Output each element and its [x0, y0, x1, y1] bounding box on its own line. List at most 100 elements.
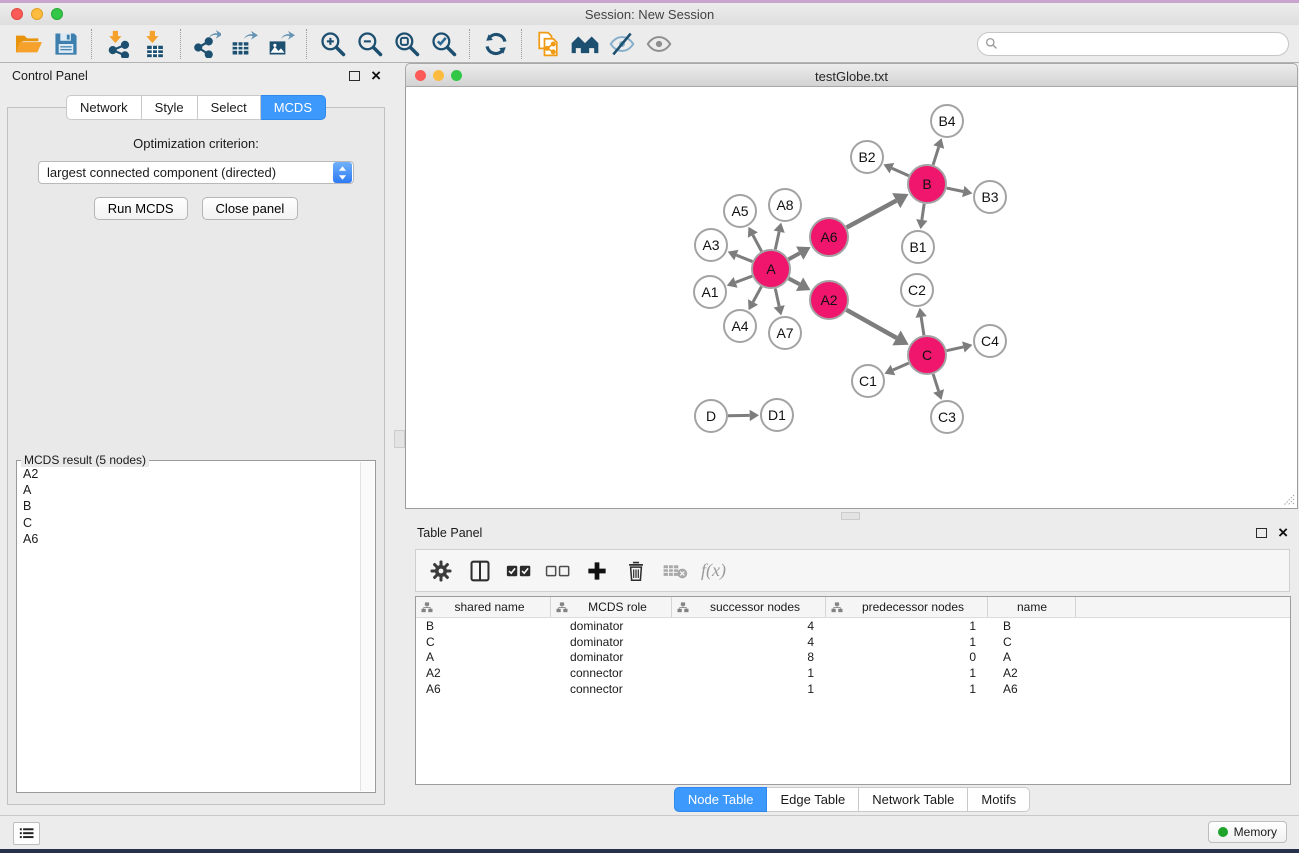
- table-cell: A2: [416, 666, 551, 680]
- task-history-button[interactable]: [13, 822, 40, 845]
- refresh-icon: [483, 31, 509, 57]
- table-row[interactable]: Bdominator41B: [416, 618, 1290, 634]
- result-scrollbar[interactable]: [360, 462, 374, 791]
- export-table-button[interactable]: [225, 28, 262, 60]
- table-row[interactable]: A2connector11A2: [416, 665, 1290, 681]
- select-all-button[interactable]: [499, 553, 538, 589]
- table-cell: A6: [988, 682, 1076, 696]
- float-panel-icon[interactable]: [349, 71, 360, 81]
- shared-column-icon: [421, 602, 433, 613]
- save-session-button[interactable]: [47, 28, 84, 60]
- zoom-in-button[interactable]: [314, 28, 351, 60]
- float-table-panel-icon[interactable]: [1256, 528, 1267, 538]
- graph-edge-C-C4[interactable]: [947, 347, 964, 351]
- graph-edge-A-A6[interactable]: [789, 253, 800, 259]
- column-header-name[interactable]: name: [988, 597, 1076, 617]
- mcds-result-item[interactable]: A6: [23, 531, 375, 547]
- table-row[interactable]: A6connector11A6: [416, 681, 1290, 697]
- search-input[interactable]: [1003, 35, 1281, 52]
- export-network-icon: [193, 30, 221, 58]
- import-table-button[interactable]: [136, 28, 173, 60]
- graph-edge-A-A2[interactable]: [789, 278, 800, 284]
- search-field[interactable]: [977, 32, 1289, 56]
- delete-table-button[interactable]: [655, 553, 694, 589]
- graph-edge-B-B4[interactable]: [933, 147, 939, 165]
- run-mcds-button[interactable]: Run MCDS: [94, 197, 188, 220]
- horizontal-splitter-handle[interactable]: [841, 512, 860, 520]
- graph-edge-A2-C[interactable]: [846, 310, 896, 338]
- mcds-result-list[interactable]: A2ABCA6: [17, 461, 375, 547]
- graph-edge-C-C1[interactable]: [893, 363, 909, 370]
- table-row[interactable]: Cdominator41C: [416, 634, 1290, 650]
- table-cell: dominator: [551, 635, 672, 649]
- zoom-selected-button[interactable]: [425, 28, 462, 60]
- graph-edge-A6-B[interactable]: [847, 201, 897, 228]
- column-header-successor-nodes[interactable]: successor nodes: [672, 597, 826, 617]
- close-panel-icon[interactable]: ×: [371, 70, 381, 81]
- tab-edge-table[interactable]: Edge Table: [767, 787, 859, 812]
- tab-mcds[interactable]: MCDS: [261, 95, 326, 120]
- import-network-button[interactable]: [99, 28, 136, 60]
- tab-network-table[interactable]: Network Table: [859, 787, 968, 812]
- tab-node-table[interactable]: Node Table: [674, 787, 768, 812]
- show-all-networks-button[interactable]: [566, 28, 603, 60]
- tab-select[interactable]: Select: [198, 95, 261, 120]
- zoom-fit-button[interactable]: [388, 28, 425, 60]
- zoom-out-button[interactable]: [351, 28, 388, 60]
- refresh-layout-button[interactable]: [477, 28, 514, 60]
- export-network-button[interactable]: [188, 28, 225, 60]
- graph-edge-A-A5[interactable]: [753, 235, 762, 251]
- graph-edge-A-A8[interactable]: [775, 232, 779, 250]
- open-file-button[interactable]: [10, 28, 47, 60]
- graph-node-label: B1: [909, 239, 926, 255]
- tab-motifs[interactable]: Motifs: [968, 787, 1030, 812]
- close-table-panel-icon[interactable]: ×: [1278, 527, 1288, 538]
- graph-edge-A-A3[interactable]: [736, 255, 752, 261]
- table-cell: C: [988, 635, 1076, 649]
- criterion-dropdown[interactable]: largest connected component (directed): [38, 161, 354, 184]
- add-column-button[interactable]: [577, 553, 616, 589]
- graph-edge-B-B1[interactable]: [922, 204, 924, 220]
- column-header-mcds-role[interactable]: MCDS role: [551, 597, 672, 617]
- graph-edge-B-B2[interactable]: [892, 168, 909, 176]
- network-canvas[interactable]: AA1A2A3A4A5A6A7A8BB1B2B3B4CC1C2C3C4DD1: [405, 87, 1298, 509]
- save-floppy-icon: [53, 31, 79, 57]
- resize-grip-icon[interactable]: [1281, 492, 1295, 506]
- graph-edge-B-B3[interactable]: [947, 188, 964, 191]
- graph-edge-A-A1[interactable]: [736, 276, 753, 282]
- delete-column-button[interactable]: [616, 553, 655, 589]
- mcds-result-item[interactable]: B: [23, 498, 375, 514]
- network-graph[interactable]: AA1A2A3A4A5A6A7A8BB1B2B3B4CC1C2C3C4DD1: [406, 87, 1297, 507]
- mcds-result-item[interactable]: A: [23, 482, 375, 498]
- memory-button[interactable]: Memory: [1208, 821, 1287, 843]
- column-visibility-button[interactable]: [460, 553, 499, 589]
- mcds-result-item[interactable]: C: [23, 515, 375, 531]
- vertical-splitter-handle[interactable]: [394, 430, 405, 448]
- mcds-result-item[interactable]: A2: [23, 466, 375, 482]
- table-cell: A6: [416, 682, 551, 696]
- close-panel-button[interactable]: Close panel: [202, 197, 299, 220]
- column-header-predecessor-nodes[interactable]: predecessor nodes: [826, 597, 988, 617]
- checked-boxes-icon: [506, 564, 532, 578]
- deselect-all-button[interactable]: [538, 553, 577, 589]
- graph-edge-C-C3[interactable]: [933, 374, 938, 391]
- column-header-shared-name[interactable]: shared name: [416, 597, 551, 617]
- show-graphics-details-button[interactable]: [640, 28, 677, 60]
- table-settings-button[interactable]: [421, 553, 460, 589]
- function-builder-button[interactable]: f(x): [694, 553, 733, 589]
- control-panel: Control Panel × NetworkStyleSelectMCDS O…: [0, 63, 392, 816]
- graph-edge-A-A7[interactable]: [775, 289, 779, 307]
- table-panel-tabs: Node TableEdge TableNetwork TableMotifs: [405, 787, 1299, 812]
- criterion-value: largest connected component (directed): [39, 165, 333, 180]
- table-cell: 1: [826, 635, 988, 649]
- network-window-titlebar[interactable]: testGlobe.txt: [405, 63, 1298, 87]
- table-row[interactable]: Adominator80A: [416, 649, 1290, 665]
- tab-style[interactable]: Style: [142, 95, 198, 120]
- export-image-button[interactable]: [262, 28, 299, 60]
- tab-network[interactable]: Network: [66, 95, 142, 120]
- duplicate-network-button[interactable]: [529, 28, 566, 60]
- table-cell: 0: [826, 650, 988, 664]
- graph-edge-A-A4[interactable]: [753, 287, 761, 302]
- graph-edge-C-C2[interactable]: [921, 317, 924, 335]
- hide-graphics-details-button[interactable]: [603, 28, 640, 60]
